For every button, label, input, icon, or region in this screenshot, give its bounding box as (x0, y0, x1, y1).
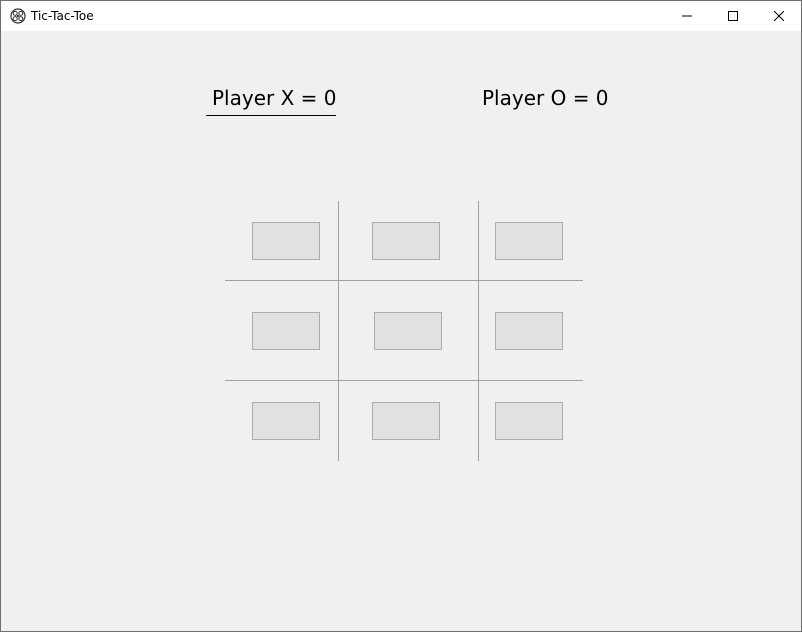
tic-tac-toe-app-icon (10, 8, 26, 24)
board-cell-3[interactable] (495, 222, 563, 260)
board-cell-2[interactable] (372, 222, 440, 260)
grid-line-vertical-2 (478, 201, 479, 461)
board-cell-6[interactable] (495, 312, 563, 350)
app-window: Tic-Tac-Toe Player X = 0 Player O = 0 (0, 0, 802, 632)
player-o-score: Player O = 0 (482, 86, 609, 110)
board-cell-5[interactable] (374, 312, 442, 350)
player-x-turn-indicator (206, 115, 336, 116)
grid-line-horizontal-2 (225, 380, 583, 381)
board-cell-8[interactable] (372, 402, 440, 440)
board-cell-1[interactable] (252, 222, 320, 260)
board-cell-4[interactable] (252, 312, 320, 350)
minimize-button[interactable] (664, 1, 710, 31)
grid-line-vertical-1 (338, 201, 339, 461)
player-x-score: Player X = 0 (212, 86, 337, 110)
maximize-icon (728, 11, 738, 21)
title-bar[interactable]: Tic-Tac-Toe (1, 1, 801, 31)
close-button[interactable] (756, 1, 801, 31)
maximize-button[interactable] (710, 1, 756, 31)
window-title: Tic-Tac-Toe (31, 9, 94, 23)
grid-line-horizontal-1 (225, 280, 583, 281)
board-cell-7[interactable] (252, 402, 320, 440)
close-icon (774, 11, 784, 21)
board-cell-9[interactable] (495, 402, 563, 440)
minimize-icon (682, 15, 692, 17)
